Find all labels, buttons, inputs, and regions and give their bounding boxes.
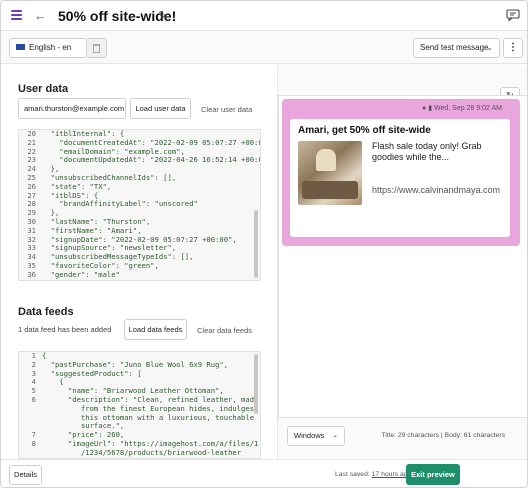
code-text: "gender": "male" bbox=[42, 269, 120, 279]
notification-title: Amari, get 50% off site-wide bbox=[298, 125, 431, 136]
exit-preview-button[interactable]: Exit preview bbox=[406, 464, 460, 485]
code-text: { bbox=[42, 351, 47, 360]
line-number: 8 bbox=[31, 438, 36, 448]
product-image bbox=[298, 141, 362, 205]
code-text: "documentCreatedAt": "2022-02-09 05:07:2… bbox=[42, 137, 261, 147]
editor-scrollbar[interactable] bbox=[254, 354, 258, 414]
code-text: /1234/5678/products/briarwood-leather bbox=[42, 447, 242, 457]
code-text: "imageUrl": "https://imagehost.com/a/fil… bbox=[42, 438, 259, 448]
code-text: }, bbox=[42, 208, 60, 218]
chevron-down-icon: ⌄ bbox=[486, 43, 493, 52]
editor-scrollbar[interactable] bbox=[254, 210, 258, 278]
menu-icon[interactable] bbox=[11, 10, 22, 20]
character-counts: Title: 29 characters | Body: 61 characte… bbox=[381, 432, 505, 439]
data-panel: User data amari.thurston@example.com Loa… bbox=[1, 65, 273, 459]
preview-area: ● ▮ Wed, Sep 28 9:02 AM Amari, get 50% o… bbox=[278, 95, 527, 418]
chevron-down-icon: ⌄ bbox=[332, 432, 338, 439]
user-data-json-editor[interactable]: 20 "itblInternal": {21 "documentCreatedA… bbox=[18, 129, 261, 281]
battery-icon: ▮ bbox=[428, 105, 433, 112]
trash-icon bbox=[93, 44, 100, 53]
code-text: "suggestedProduct": [ bbox=[42, 368, 142, 378]
preview-panel: ↻ ● ▮ Wed, Sep 28 9:02 AM Amari, get 50%… bbox=[277, 65, 527, 459]
footer-bar: Details Last saved: 17 hours ago Exit pr… bbox=[1, 459, 527, 487]
more-options-button[interactable]: ⋮ bbox=[503, 38, 523, 58]
phone-preview-frame: ● ▮ Wed, Sep 28 9:02 AM Amari, get 50% o… bbox=[282, 99, 520, 246]
comments-icon[interactable] bbox=[506, 9, 520, 21]
code-text: "name": "Briarwood Leather Ottoman", bbox=[42, 386, 224, 396]
code-text: "documentUpdatedAt": "2022-04-26 16:52:1… bbox=[42, 155, 261, 165]
last-saved-indicator: Last saved: 17 hours ago bbox=[335, 471, 411, 478]
notification-url: https://www.calvinandmaya.com bbox=[372, 185, 501, 195]
toolbar: English - en Send test message ⌄ ⋮ bbox=[1, 32, 527, 64]
code-text: "signupDate": "2022-02-09 05:07:27 +00:0… bbox=[42, 234, 237, 244]
language-label: English - en bbox=[29, 43, 72, 52]
platform-label: Windows bbox=[294, 431, 325, 440]
code-text: "emailDomain": "example.com", bbox=[42, 146, 185, 156]
load-user-data-button[interactable]: Load user data bbox=[130, 98, 191, 119]
code-line: 36 "gender": "male" bbox=[19, 269, 260, 280]
data-feeds-json-editor[interactable]: 1{2 "pastPurchase": "Juno Blue Wool 6x9 … bbox=[18, 351, 261, 459]
code-text: "pastPurchase": "Juno Blue Wool 6x9 Rug"… bbox=[42, 359, 229, 369]
details-button[interactable]: Details bbox=[9, 465, 42, 485]
code-text: from the finest European hides, indulges bbox=[42, 403, 255, 413]
user-data-heading: User data bbox=[18, 83, 69, 95]
pencil-edit-icon[interactable]: ✎ bbox=[158, 9, 167, 22]
code-text: this ottoman with a luxurious, touchable bbox=[42, 412, 255, 422]
code-text: "unsubscribedMessageTypeIds": [], bbox=[42, 252, 194, 262]
data-feed-count-note: 1 data feed has been added bbox=[18, 325, 112, 334]
code-text: "signupSource": "newsletter", bbox=[42, 243, 177, 253]
code-text: } bbox=[42, 279, 46, 280]
back-arrow-icon[interactable]: ← bbox=[34, 8, 47, 24]
notification-card: Amari, get 50% off site-wide Flash sale … bbox=[290, 119, 510, 237]
code-line: 37} bbox=[19, 279, 260, 280]
line-number: 6 bbox=[31, 394, 36, 404]
code-text: "lastName": "Thurston", bbox=[42, 216, 151, 226]
language-select[interactable]: English - en bbox=[9, 38, 87, 58]
delete-locale-button[interactable] bbox=[87, 38, 107, 58]
last-saved-label: Last saved: bbox=[335, 471, 370, 478]
code-text: "itblInternal": { bbox=[42, 129, 125, 138]
platform-select[interactable]: Windows ⌄ bbox=[287, 426, 345, 446]
clear-data-feeds-button[interactable]: Clear data feeds bbox=[197, 326, 252, 335]
send-test-label: Send test message bbox=[420, 43, 489, 52]
code-text: "brandAffinityLabel": "unscored" bbox=[42, 199, 198, 209]
code-text: "price": 260, bbox=[42, 430, 125, 440]
status-bar-time: Wed, Sep 28 9:02 AM bbox=[434, 105, 502, 112]
user-email-input[interactable]: amari.thurston@example.com bbox=[18, 98, 126, 119]
code-text: "description": "Clean, refined leather, … bbox=[42, 394, 259, 404]
code-text: "firstName": "Amari", bbox=[42, 225, 142, 235]
code-text: }, bbox=[42, 164, 60, 174]
code-text: surface.", bbox=[42, 421, 125, 431]
code-text: "state": "TX", bbox=[42, 181, 112, 191]
code-text: "unsubscribedChannelIds": [], bbox=[42, 172, 177, 182]
data-feeds-heading: Data feeds bbox=[18, 306, 74, 318]
send-test-message-dropdown[interactable]: Send test message ⌄ bbox=[413, 38, 500, 58]
status-bar: ● ▮ Wed, Sep 28 9:02 AM bbox=[422, 104, 502, 112]
load-data-feeds-button[interactable]: Load data feeds bbox=[124, 319, 187, 340]
line-number: 37 bbox=[19, 279, 36, 280]
code-text: "favoriteColor": "green", bbox=[42, 260, 159, 270]
header-bar: ← 50% off site-wide! ✎ bbox=[1, 1, 527, 31]
code-text: "itblDS": { bbox=[42, 190, 99, 200]
campaign-editor-window: ← 50% off site-wide! ✎ English - en Send… bbox=[0, 0, 528, 488]
code-text: { bbox=[42, 377, 64, 387]
signal-icon: ● bbox=[422, 105, 427, 112]
clear-user-data-button[interactable]: Clear user data bbox=[201, 105, 252, 114]
notification-body: Flash sale today only! Grab goodies whil… bbox=[372, 141, 482, 162]
flag-icon bbox=[16, 44, 25, 50]
